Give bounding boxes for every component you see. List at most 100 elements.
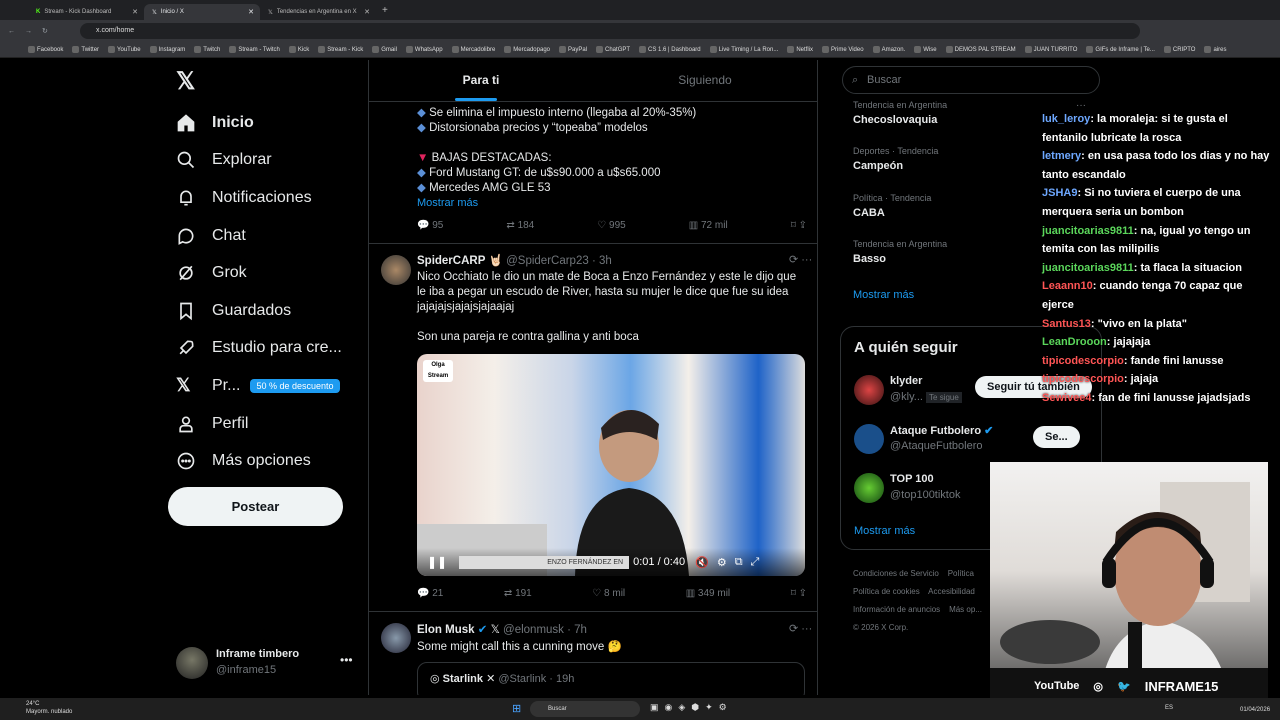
close-icon[interactable]: ✕	[364, 8, 370, 16]
chat-username[interactable]: Santus13	[1042, 318, 1091, 330]
nav-item-notificaciones[interactable]: Notificaciones	[168, 179, 358, 217]
bookmark-item[interactable]: CRIPTO	[1163, 46, 1195, 53]
more-dots-icon[interactable]: •••	[340, 653, 353, 667]
bookmark-item[interactable]: WhatsApp	[405, 46, 443, 53]
browser-tab[interactable]: 𝕏 Tendencias en Argentina en X ✕	[260, 4, 376, 20]
reply-button[interactable]: 💬 95	[417, 220, 443, 231]
volume-icon[interactable]: 🔇	[695, 556, 709, 569]
like-button[interactable]: ♡ 8 mil	[592, 588, 625, 599]
bookmark-item[interactable]: GIFs de Inframe | Te...	[1086, 46, 1155, 53]
nav-item-explorar[interactable]: Explorar	[168, 142, 358, 180]
bookmark-item[interactable]: Live Timing / La Ron...	[709, 46, 778, 53]
browser-tab[interactable]: K Stream - Kick Dashboard ✕	[28, 4, 144, 20]
chat-username[interactable]: Sewivee4	[1042, 392, 1092, 404]
repost-button[interactable]: ⇄ 184	[506, 220, 534, 231]
avatar[interactable]	[381, 255, 411, 285]
address-bar[interactable]: x.com/home	[80, 23, 1140, 39]
language-indicator[interactable]: ES	[1165, 705, 1173, 711]
close-icon[interactable]: ✕	[132, 8, 138, 16]
taskbar-apps[interactable]: ▣◉◈⬢✦⚙	[650, 702, 733, 713]
bookmark-item[interactable]: DEMOS PAL STREAM	[945, 46, 1016, 53]
weather-widget[interactable]: 24°C Mayorm. nublado	[26, 700, 72, 716]
nav-item-premium[interactable]: 𝕏 Pr... 50 % de descuento	[168, 367, 358, 405]
settings-icon[interactable]: ⚙	[717, 556, 727, 569]
views-button[interactable]: ▥ 72 mil	[689, 220, 728, 231]
views-button[interactable]: ▥ 349 mil	[686, 588, 730, 599]
windows-start-icon[interactable]: ⊞	[512, 702, 521, 715]
nav-item-grok[interactable]: Grok	[168, 254, 358, 292]
bookmark-item[interactable]: Twitch	[194, 46, 220, 53]
pause-icon[interactable]: ❚❚	[427, 555, 447, 569]
nav-item-guardados[interactable]: Guardados	[168, 292, 358, 330]
nav-item-chat[interactable]: Chat	[168, 217, 358, 255]
tab-para-ti[interactable]: Para ti	[369, 60, 593, 101]
bookmark-item[interactable]: YouTube	[108, 46, 141, 53]
reload-icon[interactable]: ↻	[42, 27, 48, 35]
footer-link[interactable]: Condiciones de Servicio	[853, 569, 939, 578]
x-logo-icon[interactable]: 𝕏	[168, 60, 358, 104]
chat-username[interactable]: luk_leroy	[1042, 113, 1090, 125]
repost-button[interactable]: ⇄ 191	[504, 588, 532, 599]
bookmark-share[interactable]: ⌑ ⇪	[791, 220, 807, 231]
back-icon[interactable]: ←	[8, 28, 15, 35]
nav-item-mas-opciones[interactable]: Más opciones	[168, 442, 358, 480]
nav-item-inicio[interactable]: Inicio	[168, 104, 358, 142]
pip-icon[interactable]: ⧉	[735, 556, 743, 569]
taskbar-search[interactable]: Buscar	[530, 701, 640, 717]
chat-username[interactable]: juancitoarias9811	[1042, 225, 1134, 237]
bookmark-item[interactable]: Netflix	[787, 46, 813, 53]
chat-username[interactable]: juancitoarias9811	[1042, 262, 1134, 274]
bookmark-item[interactable]: Facebook	[28, 46, 63, 53]
trend-item[interactable]: Tendencia en Argentina Basso	[853, 239, 947, 265]
bookmark-item[interactable]: Stream - Twitch	[229, 46, 280, 53]
video-player[interactable]: Olga Stream ❚❚ ENZO FERNÁNDEZ EN 0:01 / 0…	[417, 354, 805, 576]
footer-link[interactable]: Más op...	[949, 605, 982, 614]
bookmark-item[interactable]: Stream - Kick	[318, 46, 363, 53]
footer-link[interactable]: Política de cookies	[853, 587, 920, 596]
bookmark-item[interactable]: PayPal	[559, 46, 587, 53]
browser-tab-active[interactable]: 𝕏 Inicio / X ✕	[144, 4, 260, 20]
bookmark-share[interactable]: ⌑ ⇪	[791, 588, 807, 599]
post-button[interactable]: Postear	[168, 487, 343, 526]
search-input[interactable]: ⌕ Buscar	[842, 66, 1100, 94]
fullscreen-icon[interactable]: ⤢	[751, 556, 760, 569]
trend-item[interactable]: Política · Tendencia CABA	[853, 193, 931, 219]
forward-icon[interactable]: →	[25, 28, 32, 35]
author-handle[interactable]: @SpiderCarp23 · 3h	[506, 255, 612, 267]
more-dots-icon[interactable]: ⟳ ···	[789, 253, 812, 266]
trend-item[interactable]: Deportes · Tendencia Campeón	[853, 146, 938, 172]
chat-username[interactable]: letmery	[1042, 150, 1081, 162]
bookmark-item[interactable]: Kick	[288, 46, 309, 53]
chat-username[interactable]: Leaann10	[1042, 280, 1093, 292]
chat-username[interactable]: tipicodescorpio	[1042, 355, 1124, 367]
bookmark-item[interactable]: Mercadolibre	[451, 46, 495, 53]
bookmark-item[interactable]: Amazon.	[872, 46, 905, 53]
trend-item[interactable]: Tendencia en Argentina Checoslovaquia	[853, 100, 947, 126]
bookmark-item[interactable]: CS 1.6 | Dashboard	[639, 46, 701, 53]
reply-button[interactable]: 💬 21	[417, 588, 443, 599]
bookmark-item[interactable]: Gmail	[372, 46, 397, 53]
chat-username[interactable]: LeanDrooon	[1042, 336, 1107, 348]
nav-item-perfil[interactable]: Perfil	[168, 405, 358, 443]
bookmark-item[interactable]: JUAN TURRITO	[1024, 46, 1077, 53]
like-button[interactable]: ♡ 995	[597, 220, 625, 231]
chat-username[interactable]: JSHA9	[1042, 187, 1077, 199]
bookmark-item[interactable]: Twitter	[72, 46, 99, 53]
author-handle[interactable]: @elonmusk · 7h	[503, 624, 587, 636]
show-more-link[interactable]: Mostrar más	[417, 196, 478, 211]
footer-link[interactable]: Información de anuncios	[853, 605, 940, 614]
nav-item-estudio[interactable]: Estudio para cre...	[168, 330, 358, 368]
footer-link[interactable]: Política	[948, 569, 974, 578]
follow-button[interactable]: Se...	[1033, 426, 1080, 448]
bookmark-item[interactable]: Prime Video	[822, 46, 864, 53]
footer-link[interactable]: Accesibilidad	[928, 587, 975, 596]
close-icon[interactable]: ✕	[248, 8, 254, 16]
avatar[interactable]	[381, 623, 411, 653]
bookmark-item[interactable]: ChatGPT	[596, 46, 630, 53]
quoted-post[interactable]: ◎ Starlink ✕ @Starlink · 19h	[417, 662, 805, 695]
more-dots-icon[interactable]: ⟳ ···	[789, 622, 812, 635]
show-more-link[interactable]: Mostrar más	[854, 525, 915, 537]
bookmark-item[interactable]: Mercadopago	[504, 46, 550, 53]
new-tab-icon[interactable]: +	[382, 5, 388, 16]
author-name[interactable]: Elon Musk	[417, 624, 475, 636]
